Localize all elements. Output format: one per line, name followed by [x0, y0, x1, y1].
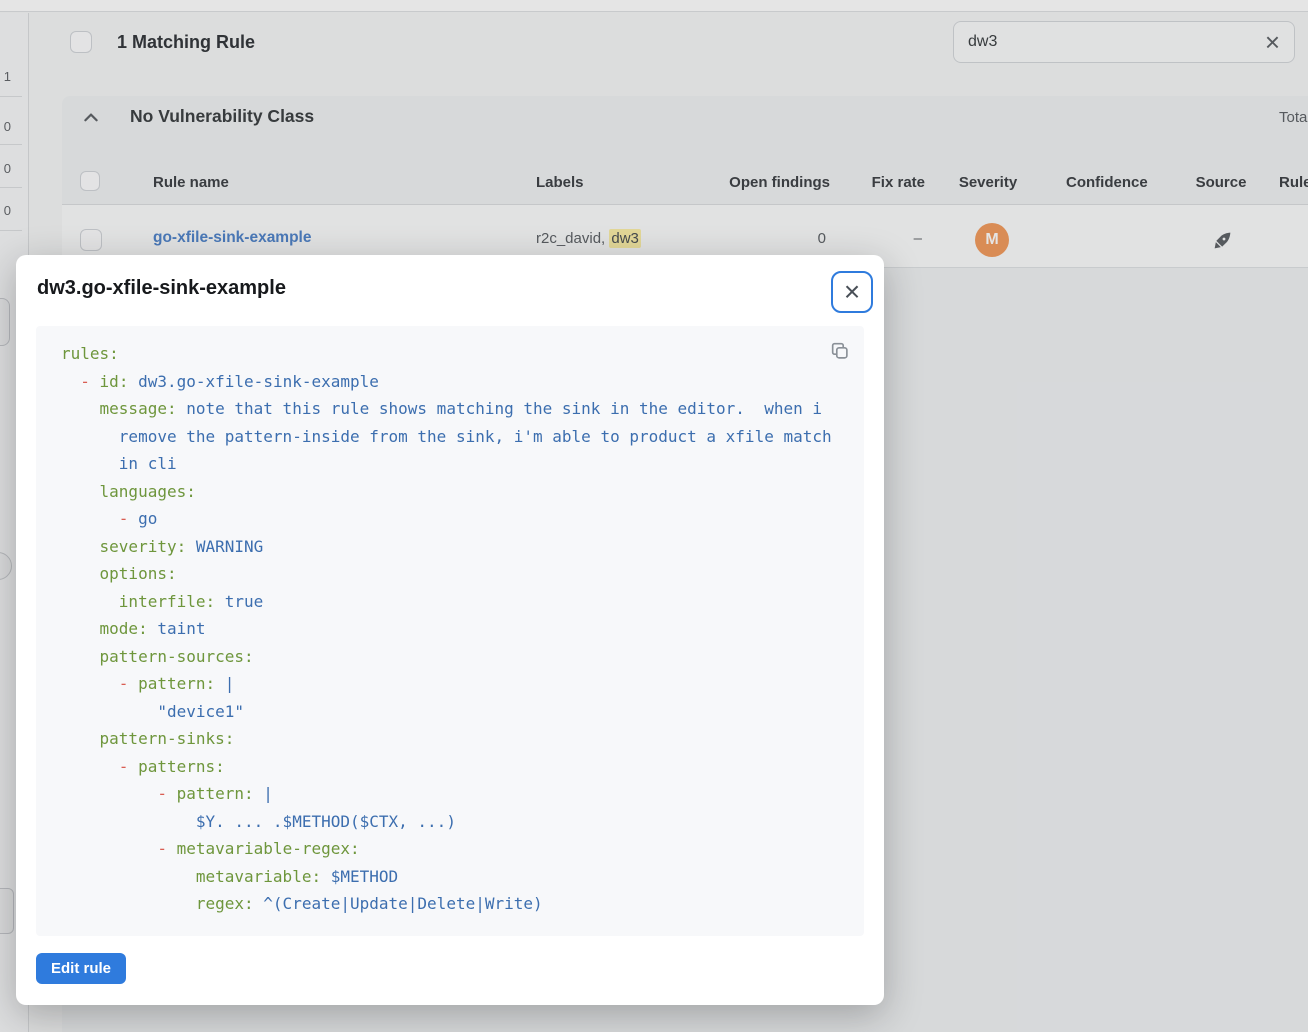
rule-yaml-code-block: rules: - id: dw3.go-xfile-sink-example m…: [36, 326, 864, 936]
rule-detail-modal: dw3.go-xfile-sink-example × rules: - id:…: [16, 255, 884, 1005]
code-content: rules: - id: dw3.go-xfile-sink-example m…: [61, 340, 864, 918]
edit-rule-button[interactable]: Edit rule: [36, 953, 126, 984]
copy-icon: [829, 350, 851, 365]
close-icon: ×: [844, 278, 860, 306]
close-modal-button[interactable]: ×: [831, 271, 873, 313]
modal-title: dw3.go-xfile-sink-example: [37, 277, 286, 300]
copy-code-button[interactable]: [829, 340, 851, 362]
